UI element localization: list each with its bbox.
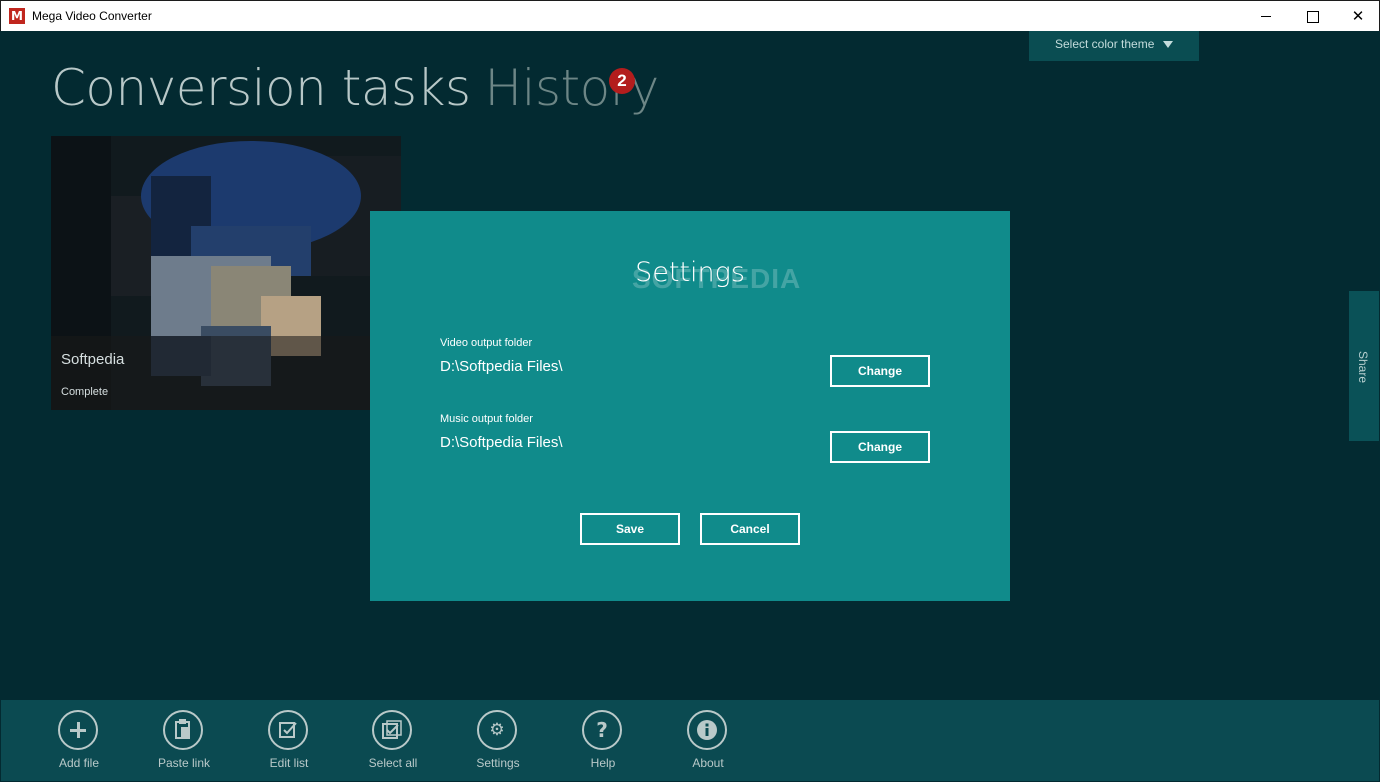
paste-link-button[interactable]: Paste link	[139, 710, 229, 776]
task-tile[interactable]: Softpedia Complete	[51, 136, 401, 410]
dialog-title: Settings	[635, 257, 745, 288]
edit-list-button[interactable]: Edit list	[244, 710, 334, 776]
settings-button[interactable]: ⚙ Settings	[453, 710, 543, 776]
select-all-button[interactable]: Select all	[348, 710, 438, 776]
color-theme-select[interactable]: Select color theme	[1029, 31, 1199, 61]
add-file-label: Add file	[58, 756, 100, 770]
cancel-button[interactable]: Cancel	[700, 513, 800, 545]
add-file-button[interactable]: Add file	[34, 710, 124, 776]
edit-list-icon	[268, 710, 308, 750]
window-title: Mega Video Converter	[32, 9, 152, 23]
paste-link-label: Paste link	[157, 756, 211, 770]
settings-label: Settings	[476, 756, 520, 770]
about-button[interactable]: About	[663, 710, 753, 776]
plus-icon	[58, 710, 98, 750]
music-output-label: Music output folder	[440, 413, 533, 425]
save-button[interactable]: Save	[580, 513, 680, 545]
change-music-folder-button[interactable]: Change	[830, 431, 930, 463]
help-icon: ?	[582, 710, 622, 750]
music-output-path: D:\Softpedia Files\	[440, 434, 563, 451]
minimize-button[interactable]	[1243, 1, 1289, 31]
info-icon	[687, 710, 727, 750]
gear-icon: ⚙	[477, 710, 517, 750]
title-bar: M Mega Video Converter ✕	[0, 0, 1380, 31]
change-video-folder-button[interactable]: Change	[830, 355, 930, 387]
edit-list-label: Edit list	[269, 756, 309, 770]
select-all-label: Select all	[368, 756, 418, 770]
help-button[interactable]: ? Help	[558, 710, 648, 776]
app-logo-icon: M	[9, 8, 25, 24]
chevron-down-icon	[1163, 41, 1173, 48]
close-button[interactable]: ✕	[1335, 1, 1380, 31]
select-all-icon	[372, 710, 412, 750]
share-charm[interactable]: Share	[1349, 291, 1379, 441]
paste-icon	[163, 710, 203, 750]
settings-dialog: SOFTPEDIA Settings Video output folder D…	[370, 211, 1010, 601]
color-theme-label: Select color theme	[1055, 37, 1155, 51]
share-label: Share	[1356, 351, 1370, 384]
page-heading: Conversion tasks History	[51, 59, 659, 117]
about-label: About	[692, 756, 724, 770]
task-name: Softpedia	[61, 351, 125, 368]
video-output-path: D:\Softpedia Files\	[440, 358, 563, 375]
tab-conversion-tasks[interactable]: Conversion tasks	[51, 59, 471, 117]
task-thumbnail	[51, 136, 401, 410]
maximize-button[interactable]	[1289, 1, 1335, 31]
video-output-label: Video output folder	[440, 337, 533, 349]
help-label: Help	[590, 756, 616, 770]
history-count-badge: 2	[609, 68, 635, 94]
bottom-toolbar: Add file Paste link Edit list Select all…	[1, 700, 1379, 781]
task-status: Complete	[61, 386, 109, 398]
